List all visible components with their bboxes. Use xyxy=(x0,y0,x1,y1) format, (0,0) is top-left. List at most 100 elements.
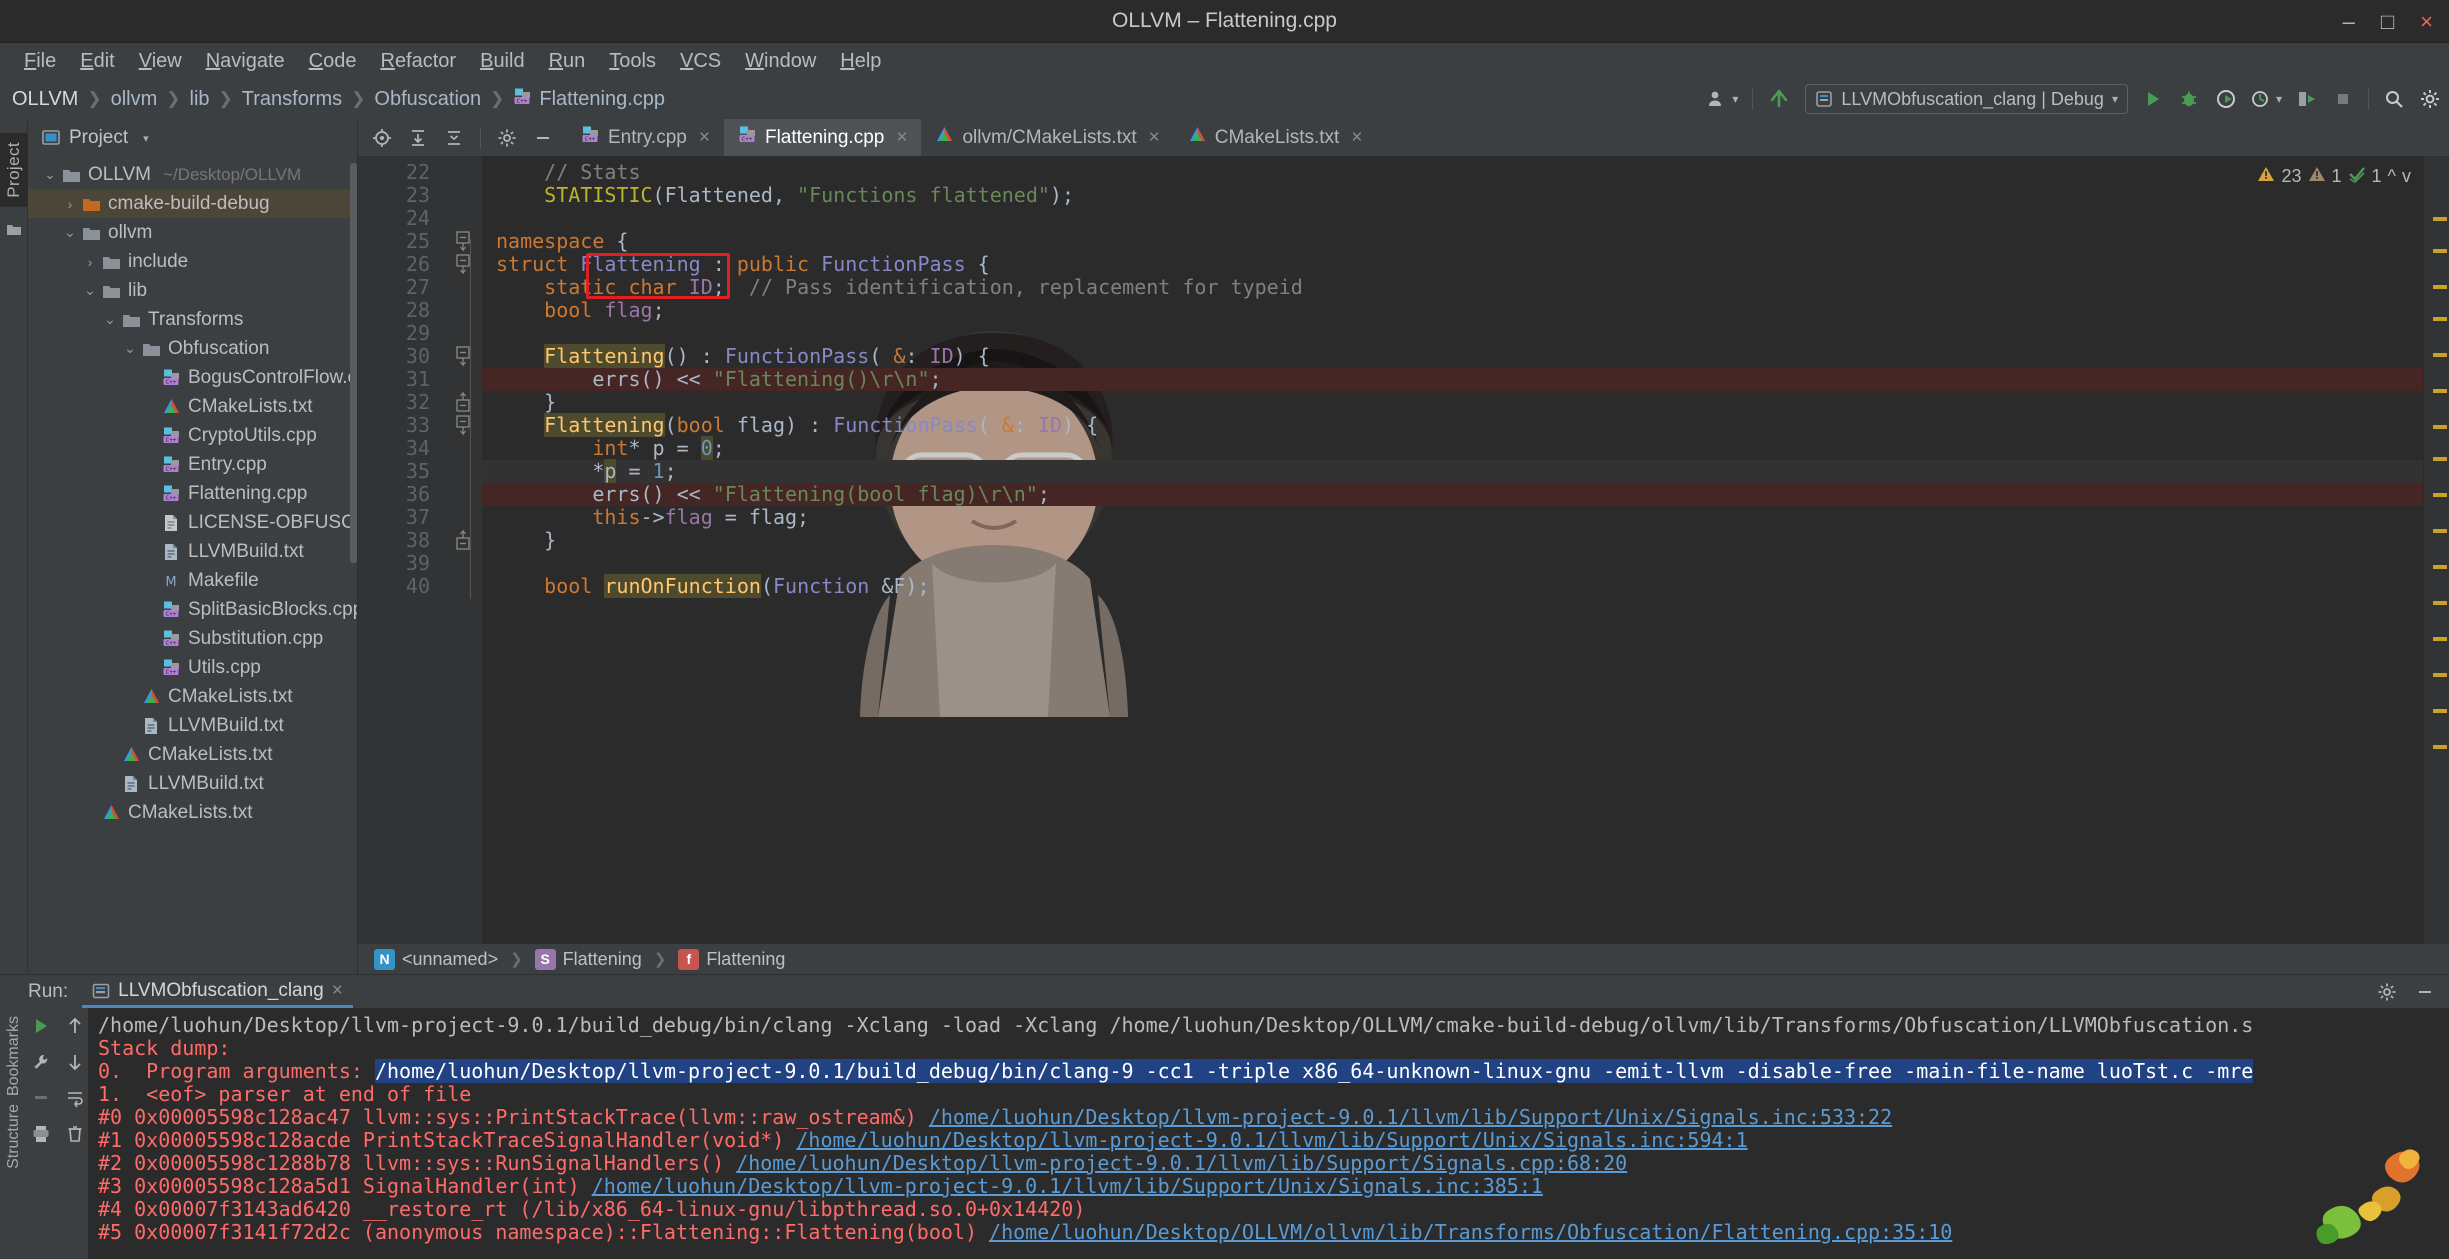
debug-icon[interactable] xyxy=(2178,88,2200,110)
line-number[interactable]: 37 xyxy=(358,506,440,529)
tree-node-cmakelists-txt[interactable]: CMakeLists.txt xyxy=(28,392,357,421)
tree-node-flattening-cpp[interactable]: C++ Flattening.cpp xyxy=(28,479,357,508)
menu-item-help[interactable]: Help xyxy=(828,47,893,76)
editor-tab-cmakelists-txt[interactable]: CMakeLists.txt × xyxy=(1174,119,1377,156)
tree-node-license-obfuscator-txt[interactable]: LICENSE-OBFUSCATOR.TXT xyxy=(28,508,357,537)
locate-icon[interactable] xyxy=(372,128,392,148)
fold-toggle[interactable] xyxy=(440,414,482,437)
tree-node-include[interactable]: › include xyxy=(28,247,357,276)
inspection-marker[interactable] xyxy=(2433,673,2447,677)
line-number[interactable]: 23 xyxy=(358,184,440,207)
console-line[interactable]: #0 0x00005598c128ac47 llvm::sys::PrintSt… xyxy=(98,1106,2449,1129)
line-number[interactable]: 25 xyxy=(358,230,440,253)
inspection-marker[interactable] xyxy=(2433,353,2447,357)
tree-node-ollvm[interactable]: ⌄ OLLVM ~/Desktop/OLLVM xyxy=(28,160,357,189)
inspection-marker[interactable] xyxy=(2433,317,2447,321)
tree-node-obfuscation[interactable]: ⌄ Obfuscation xyxy=(28,334,357,363)
scroll-down-icon[interactable] xyxy=(65,1052,85,1072)
menu-item-code[interactable]: Code xyxy=(297,47,369,76)
line-number[interactable]: 34 xyxy=(358,437,440,460)
editor-tab-flattening-cpp[interactable]: C++ Flattening.cpp × xyxy=(723,119,922,156)
line-number[interactable]: 24 xyxy=(358,207,440,230)
tree-node-cryptoutils-cpp[interactable]: C++ CryptoUtils.cpp xyxy=(28,421,357,450)
minimize-icon[interactable] xyxy=(2415,982,2435,1002)
console-output[interactable]: /home/luohun/Desktop/llvm-project-9.0.1/… xyxy=(88,1008,2449,1259)
next-highlight-icon[interactable]: v xyxy=(2402,166,2411,187)
chevron-down-icon[interactable]: ⌄ xyxy=(40,166,60,183)
fold-toggle[interactable] xyxy=(440,391,482,414)
code-line[interactable]: } xyxy=(482,391,2449,414)
code-line[interactable]: namespace { xyxy=(482,230,2449,253)
code-line[interactable]: bool runOnFunction(Function &F); xyxy=(482,574,2449,598)
fold-toggle[interactable] xyxy=(440,345,482,368)
code-line[interactable]: // Stats xyxy=(482,161,2449,184)
run-icon[interactable] xyxy=(2142,88,2164,110)
line-number[interactable]: 22 xyxy=(358,161,440,184)
scroll-up-icon[interactable] xyxy=(65,1016,85,1036)
user-icon[interactable] xyxy=(1706,88,1728,110)
menu-item-build[interactable]: Build xyxy=(468,47,536,76)
tree-node-lib[interactable]: ⌄ lib xyxy=(28,276,357,305)
menu-item-file[interactable]: File xyxy=(12,47,68,76)
breadcrumb-item-obfuscation[interactable]: Obfuscation xyxy=(374,88,481,111)
expand-all-icon[interactable] xyxy=(408,128,428,148)
settings-icon[interactable] xyxy=(497,128,517,148)
code-folding-column[interactable] xyxy=(440,157,482,944)
soft-wrap-icon[interactable] xyxy=(65,1088,85,1108)
code-line[interactable] xyxy=(482,552,2449,575)
settings-icon[interactable] xyxy=(2377,982,2397,1002)
code-line[interactable] xyxy=(482,207,2449,230)
tree-node-llvmbuild-txt[interactable]: LLVMBuild.txt xyxy=(28,537,357,566)
editor-tab-entry-cpp[interactable]: C++ Entry.cpp × xyxy=(567,119,724,156)
tree-node-llvmbuild-txt[interactable]: LLVMBuild.txt xyxy=(28,711,357,740)
line-number[interactable]: 40 xyxy=(358,575,461,598)
line-number[interactable]: 33 xyxy=(358,414,440,437)
tree-node-cmakelists-txt[interactable]: CMakeLists.txt xyxy=(28,740,357,769)
structure-strip-icon[interactable] xyxy=(6,221,22,242)
menu-item-view[interactable]: View xyxy=(127,47,194,76)
menu-item-run[interactable]: Run xyxy=(537,47,598,76)
code-line[interactable]: } xyxy=(482,529,2449,552)
breadcrumb-item-transforms[interactable]: Transforms xyxy=(242,88,342,111)
console-file-link[interactable]: /home/luohun/Desktop/llvm-project-9.0.1/… xyxy=(736,1151,1627,1175)
fold-toggle[interactable] xyxy=(440,253,482,276)
breadcrumb-entry-0[interactable]: N <unnamed> xyxy=(374,948,498,970)
menu-item-navigate[interactable]: Navigate xyxy=(194,47,297,76)
rerun-icon[interactable] xyxy=(31,1016,51,1036)
run-configuration-selector[interactable]: LLVMObfuscation_clang | Debug ▾ xyxy=(1805,84,2128,114)
tree-node-llvmbuild-txt[interactable]: LLVMBuild.txt xyxy=(28,769,357,798)
attach-icon[interactable] xyxy=(2296,88,2318,110)
menu-item-tools[interactable]: Tools xyxy=(597,47,668,76)
tool-window-button-project[interactable]: Project xyxy=(0,133,28,207)
console-line[interactable]: /home/luohun/Desktop/llvm-project-9.0.1/… xyxy=(98,1014,2449,1037)
tree-node-makefile[interactable]: M Makefile xyxy=(28,566,357,595)
inspection-marker[interactable] xyxy=(2433,285,2447,289)
inspection-marker[interactable] xyxy=(2433,637,2447,641)
code-line[interactable]: Flattening() : FunctionPass( &: ID) { xyxy=(482,344,2449,368)
chevron-down-icon[interactable]: ⌄ xyxy=(80,282,100,299)
breadcrumb-entry-1[interactable]: S Flattening xyxy=(534,948,642,970)
line-number[interactable]: 38 xyxy=(358,529,440,552)
inspection-scrollbar[interactable] xyxy=(2423,157,2449,944)
inspection-marker[interactable] xyxy=(2433,529,2447,533)
code-line[interactable]: static char ID; // Pass identification, … xyxy=(482,276,2449,299)
source-code[interactable]: // Stats STATISTIC(Flattened, "Functions… xyxy=(482,157,2449,598)
inspection-marker[interactable] xyxy=(2433,745,2447,749)
code-line[interactable]: errs() << "Flattening(bool flag)\r\n"; xyxy=(482,483,2449,506)
tree-node-substitution-cpp[interactable]: C++ Substitution.cpp xyxy=(28,624,357,653)
line-number[interactable]: 27 xyxy=(358,276,464,299)
tree-node-cmake-build-debug[interactable]: › cmake-build-debug xyxy=(28,189,357,218)
tool-window-button-structure[interactable]: Structure xyxy=(3,1100,25,1173)
console-file-link[interactable]: /home/luohun/Desktop/OLLVM/ollvm/lib/Tra… xyxy=(989,1220,1952,1244)
close-button[interactable]: × xyxy=(2420,9,2433,35)
tree-node-utils-cpp[interactable]: C++ Utils.cpp xyxy=(28,653,357,682)
minimize-button[interactable]: – xyxy=(2343,9,2355,35)
fold-toggle[interactable] xyxy=(440,230,482,253)
line-number[interactable]: 39 xyxy=(358,552,440,575)
chevron-down-icon[interactable]: ▾ xyxy=(1732,92,1738,106)
close-icon[interactable]: × xyxy=(332,980,343,1002)
code-text-area[interactable]: // Stats STATISTIC(Flattened, "Functions… xyxy=(482,157,2449,944)
line-number-gutter[interactable]: 22 23 24 25 26 27 28 29 30 31 32 33 34 35 36 37 38 39 40 xyxy=(358,157,469,944)
code-line[interactable]: *p = 1; xyxy=(482,459,2449,483)
search-icon[interactable] xyxy=(2383,88,2405,110)
